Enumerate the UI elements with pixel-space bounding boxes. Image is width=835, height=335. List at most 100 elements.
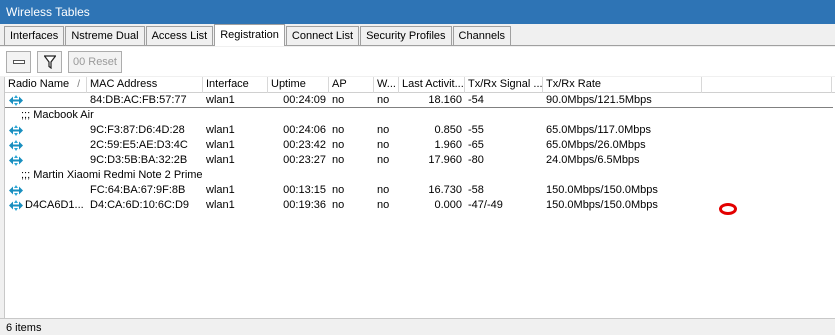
- cell-extra: [702, 153, 832, 168]
- column-header-rate[interactable]: Tx/Rx Rate: [543, 77, 702, 93]
- table-header: Radio Name / MAC Address Interface Uptim…: [5, 77, 835, 93]
- table-body: 84:DB:AC:FB:57:77 wlan1 00:24:09 no no 18.160…: [5, 93, 835, 213]
- toolbar: 00 Reset: [0, 47, 835, 76]
- cell-rate: 150.0Mbps/150.0Mbps: [546, 184, 658, 196]
- cell-ap: no: [332, 94, 345, 106]
- cell-mac-address: 84:DB:AC:FB:57:77: [90, 94, 187, 106]
- tab-interfaces[interactable]: Interfaces: [4, 26, 65, 45]
- tab-channels[interactable]: Channels: [452, 26, 512, 45]
- cell-uptime: 00:24:09: [283, 94, 326, 106]
- table-row[interactable]: D4CA6D1... D4:CA:6D:10:6C:D9 wlan1 00:19:36…: [5, 198, 835, 213]
- column-header-radio-name[interactable]: Radio Name /: [5, 77, 87, 93]
- cell-signal: -55: [468, 124, 484, 136]
- column-header-ap[interactable]: AP: [329, 77, 374, 93]
- radio-name: D4CA6D1...: [25, 199, 84, 211]
- cell-radio-name: [5, 138, 87, 153]
- cell-ap: no: [332, 199, 345, 211]
- cell-wds: no: [377, 139, 390, 151]
- cell-mac-address: FC:64:BA:67:9F:8B: [90, 184, 186, 196]
- sort-indicator-icon: /: [77, 79, 80, 90]
- cell-ap: no: [332, 184, 345, 196]
- cell-last-activity: 16.730: [428, 184, 462, 196]
- cell-wds: no: [377, 184, 390, 196]
- table-row[interactable]: 9C:F3:87:D6:4D:28 wlan1 00:24:06 no no 0.850-…: [5, 123, 835, 138]
- cell-rate: 24.0Mbps/6.5Mbps: [546, 154, 640, 166]
- tab-security-profiles[interactable]: Security Profiles: [360, 26, 452, 45]
- cell-last-activity: 0.850: [434, 124, 462, 136]
- cell-signal: -47/-49: [468, 199, 503, 211]
- annotation-circle: [719, 203, 737, 215]
- wireless-client-icon: [9, 125, 23, 136]
- column-header-interface[interactable]: Interface: [203, 77, 268, 93]
- cell-interface: wlan1: [206, 94, 235, 106]
- cell-radio-name: [5, 93, 87, 107]
- cell-signal: -80: [468, 154, 484, 166]
- cell-mac-address: 9C:F3:87:D6:4D:28: [90, 124, 185, 136]
- cell-wds: no: [377, 94, 390, 106]
- column-header-last-activity[interactable]: Last Activit...: [399, 77, 465, 93]
- comment-row[interactable]: ;;; Martin Xiaomi Redmi Note 2 Prime: [5, 168, 835, 183]
- cell-interface: wlan1: [206, 139, 235, 151]
- column-header-extra[interactable]: [702, 77, 832, 93]
- filter-button[interactable]: [37, 50, 62, 73]
- cell-interface: wlan1: [206, 124, 235, 136]
- column-header-mac-address[interactable]: MAC Address: [87, 77, 203, 93]
- wireless-client-icon: [9, 200, 23, 211]
- cell-interface: wlan1: [206, 154, 235, 166]
- column-header-wds[interactable]: W...: [374, 77, 399, 93]
- filter-icon: [43, 54, 56, 69]
- wireless-client-icon: [9, 140, 23, 151]
- reset-label: Reset: [88, 55, 117, 68]
- cell-extra: [702, 123, 832, 138]
- cell-radio-name: [5, 183, 87, 198]
- column-header-uptime[interactable]: Uptime: [268, 77, 329, 93]
- cell-uptime: 00:13:15: [283, 184, 326, 196]
- cell-last-activity: 17.960: [428, 154, 462, 166]
- table-row[interactable]: FC:64:BA:67:9F:8B wlan1 00:13:15 no no 16.730…: [5, 183, 835, 198]
- status-bar: 6 items: [0, 318, 835, 335]
- cell-uptime: 00:23:42: [283, 139, 326, 151]
- tab-access-list[interactable]: Access List: [145, 26, 214, 45]
- wireless-client-icon: [9, 185, 23, 196]
- remove-button[interactable]: [6, 50, 31, 73]
- column-header-signal[interactable]: Tx/Rx Signal ...: [465, 77, 543, 93]
- table-row[interactable]: 84:DB:AC:FB:57:77 wlan1 00:24:09 no no 18.160…: [5, 93, 833, 108]
- wireless-client-icon: [9, 94, 23, 106]
- window-title: Wireless Tables: [0, 0, 835, 24]
- minus-icon: [12, 59, 25, 64]
- cell-interface: wlan1: [206, 199, 235, 211]
- table-row[interactable]: 9C:D3:5B:BA:32:2B wlan1 00:23:27 no no 17.960…: [5, 153, 835, 168]
- cell-ap: no: [332, 124, 345, 136]
- cell-mac-address: 9C:D3:5B:BA:32:2B: [90, 154, 188, 166]
- cell-rate: 65.0Mbps/117.0Mbps: [546, 124, 651, 136]
- cell-signal: -58: [468, 184, 484, 196]
- tab-bar: Interfaces Nstreme Dual Access List Regi…: [0, 24, 835, 46]
- cell-uptime: 00:19:36: [283, 199, 326, 211]
- wireless-client-icon: [9, 155, 23, 166]
- reset-button[interactable]: 00 Reset: [68, 50, 122, 73]
- cell-rate: 90.0Mbps/121.5Mbps: [546, 94, 652, 106]
- cell-signal: -54: [468, 94, 484, 106]
- cell-last-activity: 18.160: [428, 94, 462, 106]
- cell-ap: no: [332, 139, 345, 151]
- cell-radio-name: D4CA6D1...: [5, 198, 87, 213]
- cell-rate: 150.0Mbps/150.0Mbps: [546, 199, 658, 211]
- cell-extra: [702, 138, 832, 153]
- table-row[interactable]: 2C:59:E5:AE:D3:4C wlan1 00:23:42 no no 1.960-…: [5, 138, 835, 153]
- cell-interface: wlan1: [206, 184, 235, 196]
- tab-nstreme-dual[interactable]: Nstreme Dual: [65, 26, 145, 45]
- tab-connect-list[interactable]: Connect List: [285, 26, 360, 45]
- cell-last-activity: 0.000: [434, 199, 462, 211]
- cell-last-activity: 1.960: [434, 139, 462, 151]
- cell-extra: [702, 93, 832, 107]
- cell-rate: 65.0Mbps/26.0Mbps: [546, 139, 646, 151]
- comment-row[interactable]: ;;; Macbook Air: [5, 108, 835, 123]
- cell-ap: no: [332, 154, 345, 166]
- cell-wds: no: [377, 124, 390, 136]
- cell-mac-address: 2C:59:E5:AE:D3:4C: [90, 139, 188, 151]
- item-count: 6 items: [6, 322, 42, 334]
- cell-radio-name: [5, 153, 87, 168]
- cell-mac-address: D4:CA:6D:10:6C:D9: [90, 199, 190, 211]
- cell-radio-name: [5, 123, 87, 138]
- tab-registration[interactable]: Registration: [214, 24, 285, 46]
